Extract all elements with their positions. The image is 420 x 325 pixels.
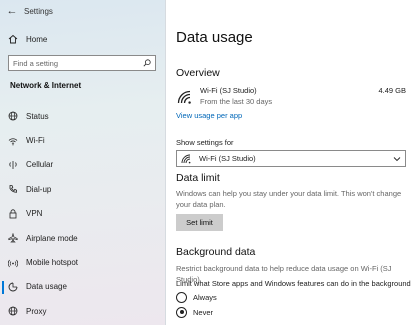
sidebar-item-vpn[interactable]: VPN bbox=[0, 202, 166, 226]
sidebar-item-label: VPN bbox=[26, 209, 43, 219]
sidebar-item-wifi[interactable]: Wi-Fi bbox=[0, 128, 166, 152]
sidebar-item-status[interactable]: Status bbox=[0, 104, 166, 128]
wifi-icon bbox=[181, 154, 191, 163]
view-usage-per-app-link[interactable]: View usage per app bbox=[176, 111, 242, 120]
chevron-down-icon bbox=[393, 156, 401, 161]
sidebar-item-dial-up[interactable]: Dial-up bbox=[0, 177, 166, 201]
app-title: Settings bbox=[24, 6, 53, 16]
sidebar-item-label: Status bbox=[26, 111, 49, 121]
wifi-icon bbox=[0, 136, 26, 146]
globe-icon bbox=[0, 306, 26, 316]
sidebar-item-label: Data usage bbox=[26, 282, 67, 292]
sidebar-item-data-usage[interactable]: Data usage bbox=[0, 275, 166, 299]
sidebar-item-proxy[interactable]: Proxy bbox=[0, 299, 166, 323]
show-settings-dropdown[interactable]: Wi-Fi (SJ Studio) bbox=[176, 150, 406, 167]
radio-label: Always bbox=[193, 292, 217, 302]
background-data-question: Limit what Store apps and Windows featur… bbox=[176, 279, 411, 288]
usage-amount: 4.49 GB bbox=[378, 86, 406, 95]
page-title: Data usage bbox=[176, 29, 253, 46]
background-data-header: Background data bbox=[176, 246, 256, 258]
sidebar: ← Settings Home Network & Internet Statu… bbox=[0, 0, 166, 325]
cellular-icon bbox=[0, 160, 26, 170]
network-name: Wi-Fi (SJ Studio) bbox=[200, 86, 257, 95]
set-limit-button[interactable]: Set limit bbox=[176, 214, 223, 231]
globe-icon bbox=[0, 111, 26, 121]
radio-button[interactable] bbox=[176, 291, 187, 303]
usage-period: From the last 30 days bbox=[200, 97, 273, 106]
search-input[interactable] bbox=[13, 58, 133, 68]
nav-list: Status Wi-Fi Cellular Dial-up VPN Airpla… bbox=[0, 104, 166, 324]
sidebar-item-mobile-hotspot[interactable]: Mobile hotspot bbox=[0, 250, 166, 274]
search-box[interactable] bbox=[8, 55, 156, 71]
sidebar-item-label: Airplane mode bbox=[26, 233, 78, 243]
overview-header: Overview bbox=[176, 67, 220, 79]
active-indicator bbox=[2, 280, 4, 294]
dropdown-selected-value: Wi-Fi (SJ Studio) bbox=[199, 154, 256, 163]
data-limit-description: Windows can help you stay under your dat… bbox=[176, 189, 402, 209]
wifi-signal-icon bbox=[177, 90, 191, 104]
data-limit-header: Data limit bbox=[176, 172, 220, 184]
phone-icon bbox=[0, 184, 26, 194]
title-bar: ← Settings bbox=[0, 0, 166, 22]
home-label: Home bbox=[26, 34, 48, 44]
back-arrow-icon[interactable]: ← bbox=[0, 5, 24, 17]
sidebar-item-airplane-mode[interactable]: Airplane mode bbox=[0, 226, 166, 250]
home-icon bbox=[0, 34, 26, 44]
show-settings-label: Show settings for bbox=[176, 138, 234, 147]
radio-option-never[interactable]: Never bbox=[176, 306, 213, 318]
search-icon[interactable] bbox=[143, 54, 151, 72]
sidebar-item-label: Mobile hotspot bbox=[26, 258, 79, 268]
sidebar-item-label: Dial-up bbox=[26, 184, 52, 194]
home-nav-item[interactable]: Home bbox=[0, 30, 166, 48]
sidebar-item-cellular[interactable]: Cellular bbox=[0, 153, 166, 177]
sidebar-item-label: Cellular bbox=[26, 160, 54, 170]
overview-network-row: Wi-Fi (SJ Studio) From the last 30 days … bbox=[176, 86, 416, 108]
vpn-icon bbox=[0, 209, 26, 219]
sidebar-item-label: Wi-Fi bbox=[26, 136, 45, 146]
radio-label: Never bbox=[193, 307, 214, 317]
airplane-icon bbox=[0, 233, 26, 243]
sidebar-item-label: Proxy bbox=[26, 306, 47, 316]
hotspot-icon bbox=[0, 258, 26, 268]
radio-option-always[interactable]: Always bbox=[176, 291, 217, 303]
section-title: Network & Internet bbox=[10, 81, 82, 90]
radio-button[interactable] bbox=[176, 306, 187, 318]
main-content: Data usage Overview Wi-Fi (SJ Studio) Fr… bbox=[167, 0, 420, 325]
